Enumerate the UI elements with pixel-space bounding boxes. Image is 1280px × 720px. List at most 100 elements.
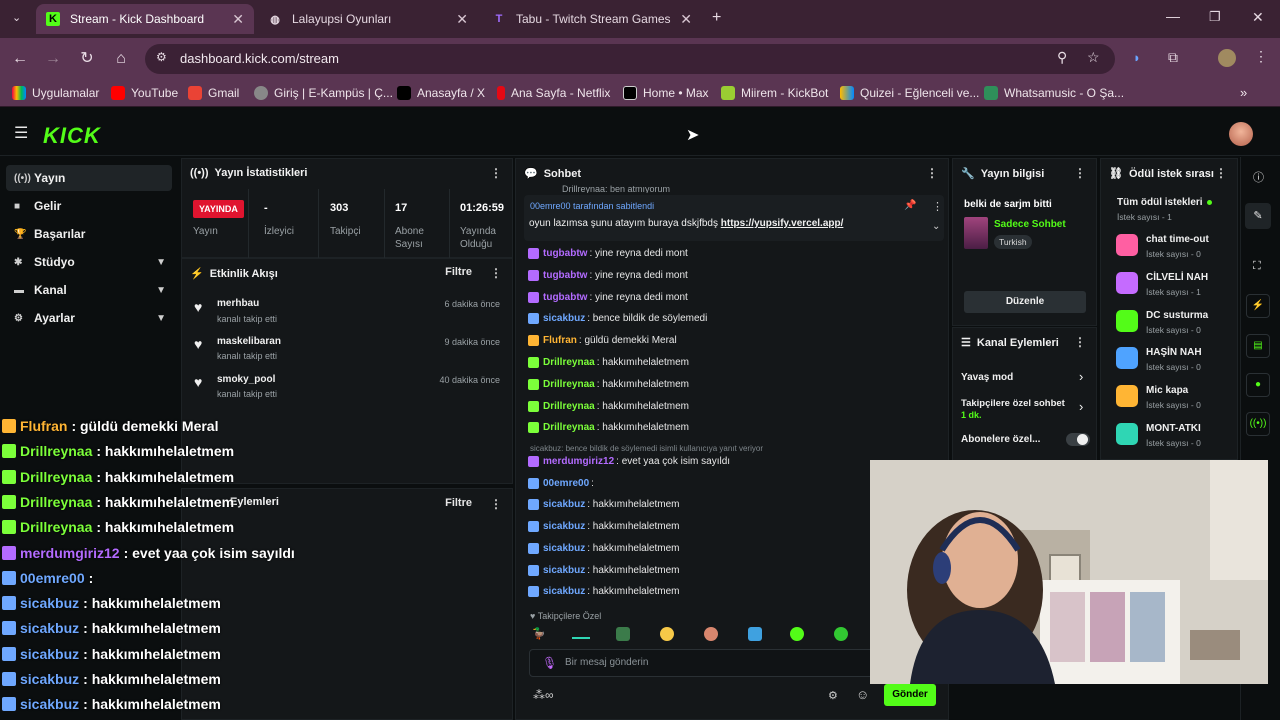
bookmark-ekampus[interactable]: Giriş | E-Kampüs | Ç... — [254, 86, 393, 100]
more-options-icon[interactable]: ⋮ — [490, 166, 502, 180]
chevron-right-icon[interactable]: › — [1079, 369, 1083, 384]
tab-close-icon[interactable]: ✕ — [456, 11, 468, 28]
chat-username[interactable]: tugbabtw — [543, 248, 587, 259]
chevron-down-icon[interactable]: ⌄ — [932, 221, 940, 232]
slow-mode-label[interactable]: Yavaş mod — [961, 372, 1013, 383]
reward-item[interactable]: CİLVELİ NAH İstek sayısı - 1 — [1116, 271, 1236, 302]
kick-logo[interactable]: KICK — [43, 123, 101, 149]
chat-username[interactable]: sicakbuz — [543, 521, 585, 532]
back-icon[interactable]: ← — [10, 49, 30, 69]
tab-close-icon[interactable]: ✕ — [680, 11, 692, 28]
more-options-icon[interactable]: ⋮ — [932, 200, 943, 213]
chat-username[interactable]: tugbabtw — [543, 292, 587, 303]
chat-username[interactable]: sicakbuz — [543, 499, 585, 510]
chat-username[interactable]: merdumgiriz12 — [543, 456, 614, 467]
chat-username[interactable]: sicakbuz — [543, 313, 585, 324]
home-icon[interactable]: ⌂ — [111, 49, 131, 69]
chat-username[interactable]: Flufran — [543, 335, 577, 346]
tab-search-icon[interactable]: ⌄ — [12, 11, 21, 24]
broadcast-action-icon[interactable]: ((•)) — [1246, 412, 1270, 436]
chat-username[interactable]: sicakbuz — [543, 565, 585, 576]
more-options-icon[interactable]: ⋮ — [1074, 335, 1086, 349]
tab-lalayupsi[interactable]: ◍ Lalayupsi Oyunları ✕ — [258, 4, 478, 34]
chat-username[interactable]: Drillreynaa — [543, 422, 595, 433]
extension-icon[interactable]: ◗ — [1133, 50, 1141, 65]
sidebar-item-yayin[interactable]: ((•)) Yayın — [6, 165, 172, 191]
chat-username[interactable]: sicakbuz — [543, 543, 585, 554]
more-options-icon[interactable]: ⋮ — [490, 266, 502, 280]
bookmark-netflix[interactable]: Ana Sayfa - Netflix — [497, 86, 610, 100]
restore-icon[interactable]: ❐ — [1209, 9, 1221, 25]
url-text[interactable]: dashboard.kick.com/stream — [180, 51, 339, 66]
bookmark-gmail[interactable]: Gmail — [188, 86, 239, 100]
bookmark-quizei[interactable]: Quizei - Eğlenceli ve... — [840, 86, 979, 100]
edit-pencil-icon[interactable]: ✎ — [1245, 203, 1271, 229]
reward-item[interactable]: HAŞİN NAH İstek sayısı - 0 — [1116, 347, 1236, 377]
activity-user[interactable]: maskelibaran — [217, 336, 281, 347]
chat-username[interactable]: Drillreynaa — [543, 401, 595, 412]
emote-icon[interactable] — [834, 627, 848, 641]
sub-only-toggle[interactable] — [1066, 433, 1090, 446]
emote-icon[interactable] — [704, 627, 718, 641]
emote-icon[interactable] — [790, 627, 804, 641]
chat-username[interactable]: Drillreynaa — [543, 357, 595, 368]
all-rewards-label[interactable]: Tüm ödül istekleri — [1117, 197, 1203, 208]
more-options-icon[interactable]: ⋮ — [1074, 166, 1086, 180]
microphone-icon[interactable]: 🎙 — [542, 656, 557, 670]
document-icon[interactable]: ▤ — [1246, 334, 1270, 358]
pin-icon[interactable]: 📌 — [904, 200, 916, 211]
extensions-puzzle-icon[interactable]: ⧉ — [1168, 49, 1178, 66]
chat-username[interactable]: sicakbuz — [543, 586, 585, 597]
emote-icon[interactable] — [748, 627, 762, 641]
reward-item[interactable]: chat time-out İstek sayısı - 0 — [1116, 234, 1236, 264]
reward-item[interactable]: MONT-ATKI İstek sayısı - 0 — [1116, 423, 1236, 453]
sidebar-item-kanal[interactable]: ▬ Kanal ▼ — [6, 277, 172, 303]
more-options-icon[interactable]: ⋮ — [926, 166, 938, 180]
browser-menu-icon[interactable]: ⋮ — [1254, 48, 1268, 65]
activity-user[interactable]: merhbau — [217, 298, 259, 309]
activity-user[interactable]: smoky_pool — [217, 374, 275, 385]
more-bookmarks-icon[interactable]: » — [1240, 85, 1247, 100]
sidebar-item-ayarlar[interactable]: ⚙ Ayarlar ▼ — [6, 305, 172, 331]
hamburger-menu-icon[interactable]: ☰ — [14, 123, 28, 143]
fullscreen-icon[interactable]: ⛶ — [1253, 260, 1261, 273]
bookmark-apps[interactable]: Uygulamalar — [12, 86, 99, 100]
reward-item[interactable]: Mic kapa İstek sayısı - 0 — [1116, 385, 1236, 415]
bookmark-whatsamusic[interactable]: Whatsamusic - O Şa... — [984, 86, 1124, 100]
lightning-action-icon[interactable]: ⚡ — [1246, 294, 1270, 318]
category-name[interactable]: Sadece Sohbet — [994, 219, 1066, 230]
chat-username[interactable]: Drillreynaa — [543, 379, 595, 390]
chat-username[interactable]: tugbabtw — [543, 270, 587, 281]
reward-item[interactable]: DC susturma İstek sayısı - 0 — [1116, 309, 1236, 340]
bookmark-x[interactable]: Anasayfa / X — [397, 86, 485, 100]
chevron-right-icon[interactable]: › — [1079, 399, 1083, 414]
more-options-icon[interactable]: ⋮ — [1215, 166, 1227, 180]
info-icon[interactable]: ⓘ — [1253, 169, 1264, 185]
tab-close-icon[interactable]: ✕ — [232, 11, 244, 28]
emote-icon[interactable] — [616, 627, 630, 641]
tab-tabu[interactable]: T Tabu - Twitch Stream Games ✕ — [482, 4, 702, 34]
site-info-icon[interactable]: ⚙ — [156, 50, 167, 64]
new-tab-icon[interactable]: + — [712, 9, 721, 27]
omnibox[interactable]: ⚙ dashboard.kick.com/stream ⚲ ☆ — [145, 44, 1115, 74]
tab-kick-dashboard[interactable]: K Stream - Kick Dashboard ✕ — [36, 4, 254, 34]
emote-icon[interactable] — [572, 637, 590, 639]
forward-icon[interactable]: → — [43, 49, 63, 69]
bookmark-kickbot[interactable]: Miirem - KickBot — [721, 86, 828, 100]
pinned-link[interactable]: https://yupsify.vercel.app/ — [721, 218, 844, 229]
emoji-picker-icon[interactable]: ☺ — [856, 687, 869, 702]
follower-only-chat-label[interactable]: Takipçilere özel sohbet — [961, 398, 1065, 409]
sidebar-item-gelir[interactable]: ■ Gelir — [6, 193, 172, 219]
sidebar-item-studyo[interactable]: ✱ Stüdyo ▼ — [6, 249, 172, 275]
bookmark-star-icon[interactable]: ☆ — [1087, 49, 1100, 66]
chat-settings-gear-icon[interactable]: ⚙ — [828, 689, 838, 702]
window-close-icon[interactable]: ✕ — [1252, 9, 1264, 26]
sidebar-item-basarilar[interactable]: 🏆 Başarılar — [6, 221, 172, 247]
user-avatar[interactable] — [1229, 122, 1253, 146]
emote-icon[interactable]: 🦆 — [532, 627, 546, 640]
edit-button[interactable]: Düzenle — [964, 291, 1086, 313]
bookmark-youtube[interactable]: YouTube — [111, 86, 178, 100]
zoom-icon[interactable]: ⚲ — [1057, 49, 1067, 66]
chat-username[interactable]: 00emre00 — [543, 478, 589, 489]
bookmark-max[interactable]: Home • Max — [623, 86, 709, 100]
